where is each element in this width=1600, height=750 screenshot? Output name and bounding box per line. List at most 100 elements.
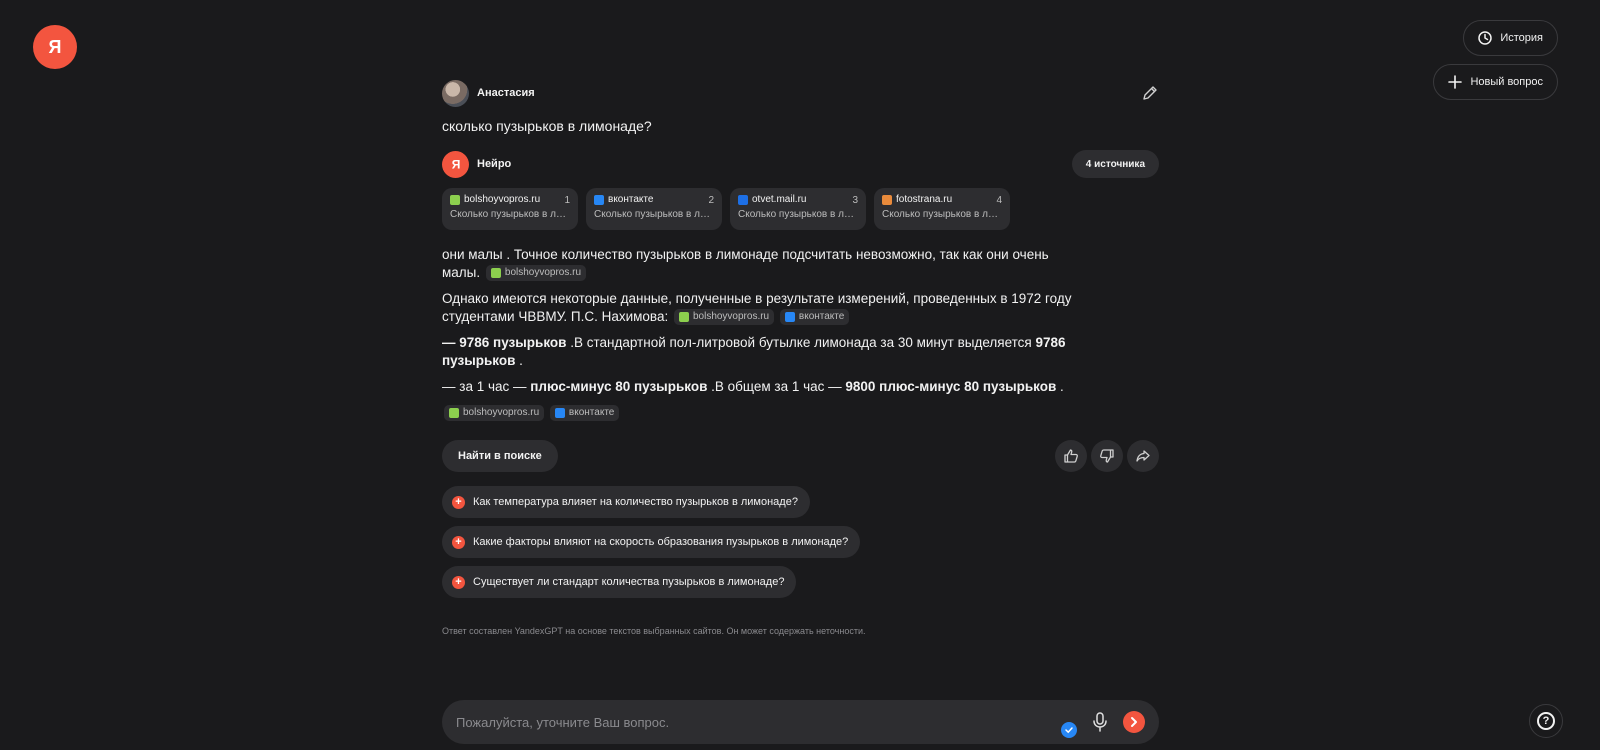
source-chip[interactable]: bolshoyvopros.ru bbox=[485, 265, 587, 282]
source-card[interactable]: bolshoyvopros.ru 1 Сколько пузырьков в л… bbox=[442, 188, 578, 230]
source-site: otvet.mail.ru bbox=[752, 194, 807, 205]
answer-body: они малы . Точное количество пузырьков в… bbox=[442, 246, 1082, 422]
source-snippet: Сколько пузырьков в лим… bbox=[738, 209, 858, 220]
microphone-icon[interactable] bbox=[1091, 712, 1109, 732]
user-header: Анастасия bbox=[442, 78, 1159, 108]
question-input-bar bbox=[442, 700, 1159, 744]
answer-chips: bolshoyvopros.ru вконтакте bbox=[442, 404, 1082, 422]
top-right-controls: История Новый вопрос bbox=[1433, 20, 1558, 100]
answer-bold: 9800 плюс-минус 80 пузырьков bbox=[845, 379, 1057, 394]
svg-text:Я: Я bbox=[451, 158, 460, 172]
bolshoyvopros-icon bbox=[449, 408, 459, 419]
check-icon bbox=[1065, 727, 1073, 734]
user-name: Анастасия bbox=[477, 87, 535, 99]
bolshoyvopros-icon bbox=[490, 268, 501, 279]
answer-actions: Найти в поиске bbox=[442, 440, 1159, 472]
new-question-button[interactable]: Новый вопрос bbox=[1433, 64, 1558, 100]
clock-icon bbox=[1478, 31, 1493, 45]
help-button[interactable]: ? bbox=[1529, 704, 1563, 738]
source-number: 3 bbox=[852, 195, 858, 206]
source-snippet: Сколько пузырьков в лим… bbox=[882, 209, 1002, 220]
plus-circle-icon: + bbox=[452, 495, 465, 509]
history-label: История bbox=[1500, 32, 1543, 44]
pencil-icon[interactable] bbox=[1141, 84, 1159, 102]
chip-label: bolshoyvopros.ru bbox=[504, 267, 582, 279]
like-button[interactable] bbox=[1055, 440, 1087, 472]
answer-text: . bbox=[515, 353, 523, 368]
source-chip[interactable]: bolshoyvopros.ru bbox=[673, 309, 775, 326]
source-chip[interactable]: вконтакте bbox=[549, 405, 620, 422]
thumbs-down-icon bbox=[1100, 449, 1114, 463]
new-question-label: Новый вопрос bbox=[1470, 76, 1543, 88]
answer-bold: плюс-минус 80 пузырьков bbox=[530, 379, 708, 394]
chat-column: Анастасия сколько пузырьков в лимонаде? … bbox=[442, 78, 1159, 636]
followup-label: Какие факторы влияют на скорость образов… bbox=[473, 536, 849, 548]
history-button[interactable]: История bbox=[1463, 20, 1558, 56]
followup-questions: + Как температура влияет на количество п… bbox=[442, 486, 1159, 598]
answer-dash: — bbox=[442, 335, 456, 350]
neiro-icon: Я bbox=[442, 150, 469, 178]
answer-text: .В общем за 1 час — bbox=[707, 379, 846, 394]
plus-icon bbox=[1448, 75, 1463, 89]
feedback-buttons bbox=[1055, 440, 1159, 472]
dislike-button[interactable] bbox=[1091, 440, 1123, 472]
answer-text: . bbox=[1056, 379, 1064, 394]
source-site: fotostrana.ru bbox=[896, 194, 953, 205]
assistant-name: Нейро bbox=[477, 158, 512, 170]
source-number: 2 bbox=[708, 195, 714, 206]
answer-paragraph: — за 1 час — плюс-минус 80 пузырьков .В … bbox=[442, 378, 1082, 396]
vk-icon bbox=[784, 312, 795, 323]
answer-paragraph: — 9786 пузырьков .В стандартной пол-литр… bbox=[442, 334, 1082, 370]
share-button[interactable] bbox=[1127, 440, 1159, 472]
send-button[interactable] bbox=[1123, 711, 1145, 733]
ya-icon: Я bbox=[49, 37, 62, 57]
source-chip[interactable]: bolshoyvopros.ru bbox=[444, 405, 545, 422]
assistant-header: Я Нейро 4 источника bbox=[442, 150, 1159, 178]
share-arrow-icon bbox=[1136, 450, 1150, 462]
source-site: bolshoyvopros.ru bbox=[464, 194, 541, 205]
input-icons bbox=[1061, 711, 1145, 738]
source-snippet: Сколько пузырьков в лим… bbox=[450, 209, 570, 220]
followup-item[interactable]: + Как температура влияет на количество п… bbox=[442, 486, 810, 518]
thumbs-up-icon bbox=[1064, 449, 1078, 463]
answer-paragraph: Однако имеются некоторые данные, получен… bbox=[442, 290, 1082, 326]
answer-text: — за 1 час — bbox=[442, 379, 531, 394]
question-mark-icon: ? bbox=[1537, 712, 1555, 730]
source-snippet: Сколько пузырьков в лим… bbox=[594, 209, 714, 220]
check-badge-icon[interactable] bbox=[1061, 722, 1077, 738]
chevron-right-icon bbox=[1131, 717, 1137, 727]
chip-label: bolshoyvopros.ru bbox=[463, 407, 540, 419]
vk-icon bbox=[554, 408, 565, 419]
ya-icon: Я bbox=[451, 158, 460, 172]
source-chip[interactable]: вконтакте bbox=[779, 309, 850, 326]
source-number: 1 bbox=[564, 195, 570, 206]
chip-label: вконтакте bbox=[568, 407, 615, 419]
find-in-search-button[interactable]: Найти в поиске bbox=[442, 440, 558, 472]
followup-label: Как температура влияет на количество пуз… bbox=[473, 496, 798, 508]
plus-circle-icon: + bbox=[452, 575, 465, 589]
followup-item[interactable]: + Существует ли стандарт количества пузы… bbox=[442, 566, 797, 598]
source-card[interactable]: otvet.mail.ru 3 Сколько пузырьков в лим… bbox=[730, 188, 866, 230]
mail-icon bbox=[738, 194, 748, 205]
bolshoyvopros-icon bbox=[678, 312, 689, 323]
chip-label: bolshoyvopros.ru bbox=[692, 311, 770, 323]
question-input[interactable] bbox=[456, 714, 1061, 730]
vk-icon bbox=[594, 194, 604, 205]
source-card[interactable]: fotostrana.ru 4 Сколько пузырьков в лим… bbox=[874, 188, 1010, 230]
source-number: 4 bbox=[996, 195, 1002, 206]
svg-text:Я: Я bbox=[49, 37, 62, 57]
bolshoyvopros-icon bbox=[450, 194, 460, 205]
avatar bbox=[442, 79, 469, 107]
followup-label: Существует ли стандарт количества пузырь… bbox=[473, 576, 785, 588]
source-card[interactable]: вконтакте 2 Сколько пузырьков в лим… bbox=[586, 188, 722, 230]
sources-button[interactable]: 4 источника bbox=[1071, 150, 1159, 178]
source-cards: bolshoyvopros.ru 1 Сколько пузырьков в л… bbox=[442, 188, 1159, 230]
yandex-logo[interactable]: Я bbox=[33, 25, 77, 69]
answer-text: .В стандартной пол-литровой бутылке лимо… bbox=[566, 335, 1036, 350]
user-question: сколько пузырьков в лимонаде? bbox=[442, 118, 652, 134]
disclaimer: Ответ составлен YandexGPT на основе текс… bbox=[442, 626, 866, 636]
answer-paragraph: они малы . Точное количество пузырьков в… bbox=[442, 246, 1082, 282]
followup-item[interactable]: + Какие факторы влияют на скорость образ… bbox=[442, 526, 861, 558]
fotostrana-icon bbox=[882, 194, 892, 205]
plus-circle-icon: + bbox=[452, 535, 465, 549]
